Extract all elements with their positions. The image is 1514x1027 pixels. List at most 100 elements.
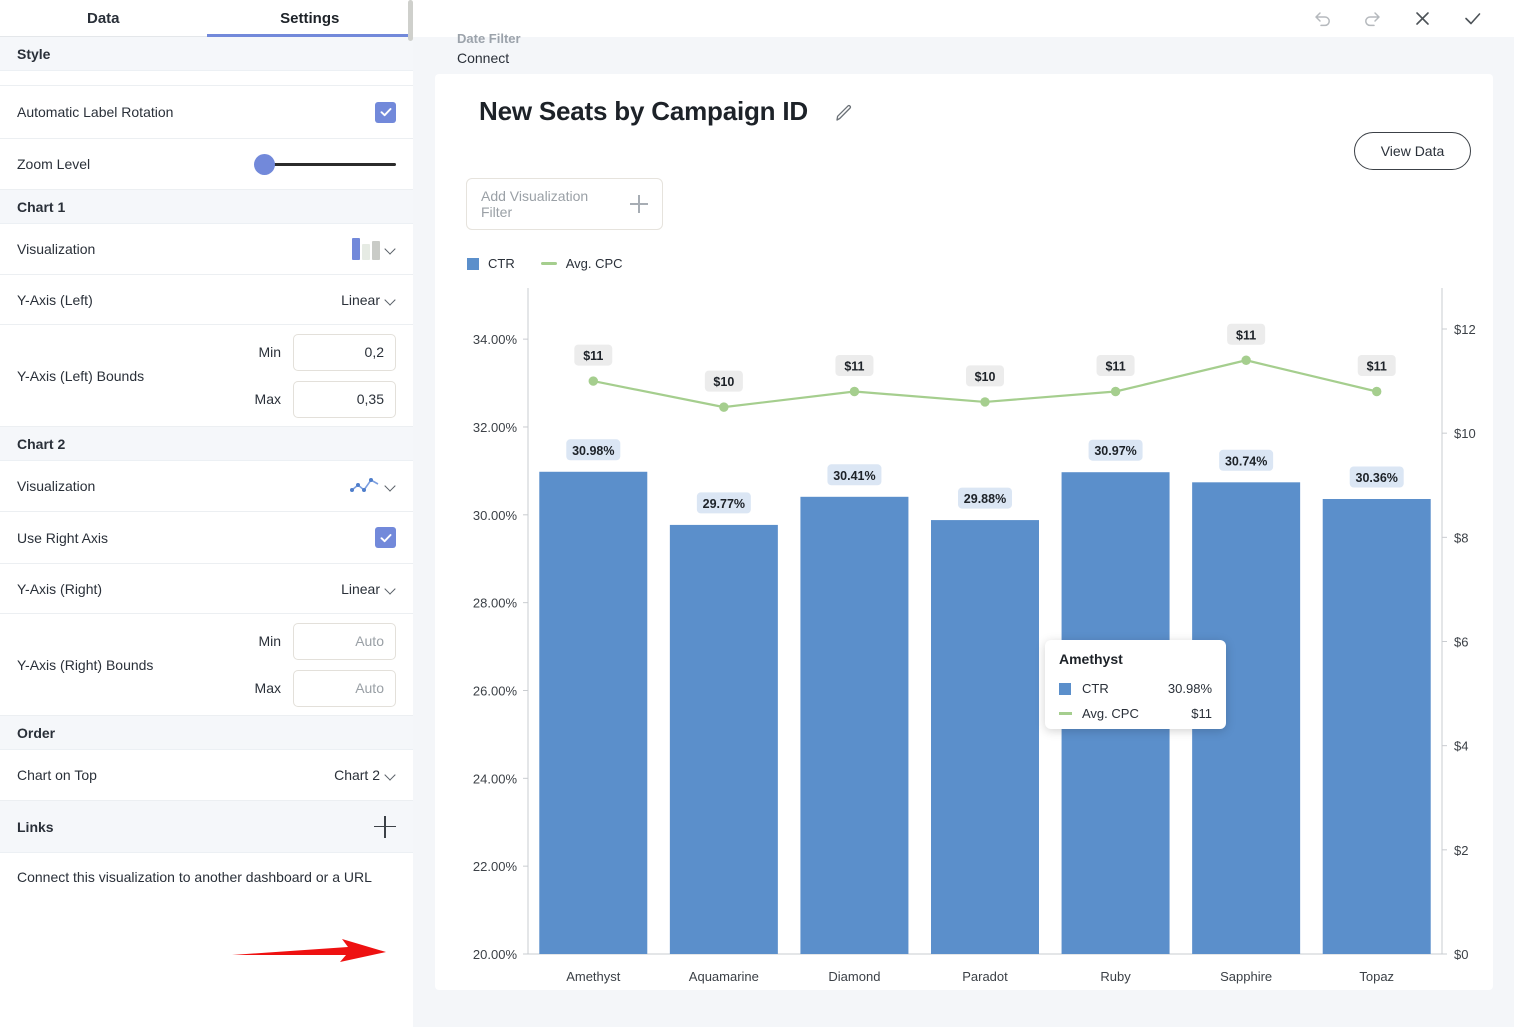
tab-settings[interactable]: Settings [206, 0, 414, 37]
row-chart2-visualization[interactable]: Visualization [0, 461, 413, 512]
date-filter-value[interactable]: Connect [457, 48, 521, 68]
tab-data[interactable]: Data [0, 0, 207, 37]
svg-text:29.77%: 29.77% [703, 497, 745, 511]
y-axis-right-min-input[interactable] [293, 622, 396, 660]
app-root: Data Settings Style Automatic Label Rota… [0, 0, 1514, 1027]
zoom-level-slider-track[interactable] [256, 162, 396, 166]
redo-button[interactable] [1360, 7, 1384, 31]
add-link-button[interactable] [374, 815, 396, 838]
svg-text:30.36%: 30.36% [1356, 471, 1398, 485]
line-value-label: $10 [966, 365, 1004, 387]
y-axis-left-select[interactable]: Linear [341, 292, 396, 308]
y-axis-right-max-label: Max [254, 680, 281, 696]
x-axis-tick-label: Diamond [828, 969, 880, 984]
y-axis-left-max-input[interactable] [293, 380, 396, 418]
chart-bar[interactable] [669, 524, 778, 954]
tooltip-name-avg-cpc: Avg. CPC [1082, 706, 1139, 721]
use-right-axis-checkbox[interactable] [375, 527, 396, 548]
svg-text:$11: $11 [1367, 360, 1387, 374]
check-icon [380, 108, 391, 117]
chart-line-point[interactable] [980, 397, 990, 407]
y-axis-right-tick: $8 [1454, 530, 1468, 545]
row-y-axis-left[interactable]: Y-Axis (Left) Linear [0, 275, 413, 325]
row-y-axis-left-bounds: Y-Axis (Left) Bounds Min Max [0, 325, 413, 427]
chart-line-point[interactable] [1241, 355, 1251, 365]
y-axis-left-tick: 20.00% [473, 947, 518, 962]
y-axis-right-select[interactable]: Linear [341, 581, 396, 597]
y-axis-left-min-field: Min [247, 333, 396, 371]
chart1-visualization-label: Visualization [17, 241, 96, 257]
y-axis-left-max-field: Max [247, 380, 396, 418]
chart-line-point[interactable] [1372, 386, 1382, 397]
line-value-label: $11 [1096, 355, 1135, 376]
section-header-style: Style [0, 37, 413, 71]
tab-settings-label: Settings [280, 10, 340, 27]
y-axis-left-tick: 22.00% [473, 859, 518, 874]
section-header-chart-1: Chart 1 [0, 190, 413, 224]
x-axis-tick-label: Sapphire [1220, 969, 1272, 984]
automatic-label-rotation-checkbox[interactable] [375, 101, 396, 123]
undo-button[interactable] [1310, 7, 1334, 31]
row-chart-on-top[interactable]: Chart on Top Chart 2 [0, 750, 413, 801]
row-zoom-level[interactable]: Zoom Level [0, 139, 413, 190]
close-button[interactable] [1410, 7, 1434, 31]
visualization-card: New Seats by Campaign ID Add Visualizati… [435, 74, 1493, 990]
style-spacer [0, 71, 413, 86]
row-chart1-visualization[interactable]: Visualization [0, 224, 413, 275]
x-axis-tick-label: Topaz [1359, 969, 1394, 984]
tooltip-swatch-ctr [1059, 682, 1071, 695]
line-value-label: $11 [1357, 355, 1396, 376]
svg-text:$11: $11 [1105, 360, 1125, 374]
apply-button[interactable] [1460, 7, 1484, 31]
line-value-label: $10 [704, 370, 743, 392]
chart-line-point[interactable] [849, 386, 860, 397]
zoom-level-slider[interactable] [244, 153, 396, 175]
row-y-axis-right[interactable]: Y-Axis (Right) Linear [0, 564, 413, 614]
x-axis-tick-label: Aquamarine [689, 969, 759, 984]
chart-line-point[interactable] [719, 402, 729, 412]
chart-on-top-select[interactable]: Chart 2 [334, 767, 396, 783]
chart1-visualization-value[interactable] [352, 238, 396, 260]
chart-bar[interactable] [1322, 499, 1431, 954]
svg-text:$11: $11 [844, 360, 864, 374]
y-axis-right-min-field: Min [247, 622, 396, 660]
check-icon [1464, 13, 1480, 25]
section-title-chart-1: Chart 1 [17, 198, 66, 215]
chart-bar[interactable] [539, 471, 648, 954]
line-value-label: $11 [574, 344, 613, 366]
zoom-level-label: Zoom Level [17, 156, 91, 172]
y-axis-left-bounds-label: Y-Axis (Left) Bounds [17, 367, 145, 384]
chart-line-point[interactable] [1110, 386, 1121, 397]
y-axis-left-min-label: Min [258, 344, 281, 360]
redo-icon [1364, 12, 1380, 27]
y-axis-right-tick: $10 [1454, 426, 1476, 441]
chart-bar[interactable] [800, 496, 909, 954]
chart-line-point[interactable] [588, 376, 598, 386]
chevron-down-icon [386, 584, 396, 594]
section-header-order: Order [0, 716, 413, 750]
undo-icon [1314, 12, 1330, 27]
y-axis-right-bounds-fields: Min Max [247, 622, 396, 707]
chart2-visualization-value[interactable] [350, 477, 396, 495]
y-axis-left-min-input[interactable] [293, 333, 396, 371]
row-use-right-axis[interactable]: Use Right Axis [0, 512, 413, 564]
section-title-style: Style [17, 45, 51, 62]
combo-chart: 20.00% 22.00% 24.00% 26.00% 28.00% 30.00% 32.0… [473, 288, 1476, 984]
sidebar-tabbar: Data Settings [0, 0, 413, 37]
chevron-down-icon [386, 481, 396, 491]
y-axis-right-tick: $12 [1454, 322, 1476, 337]
chart-bar[interactable] [931, 520, 1039, 954]
svg-text:30.98%: 30.98% [572, 444, 614, 458]
zoom-level-slider-thumb[interactable] [254, 153, 275, 175]
check-icon [380, 533, 391, 542]
svg-text:$11: $11 [583, 349, 603, 363]
y-axis-left-tick: 24.00% [473, 771, 518, 786]
y-axis-right-max-field: Max [247, 669, 396, 707]
y-axis-left-value: Linear [341, 291, 380, 308]
svg-text:$10: $10 [975, 370, 996, 384]
y-axis-right-max-input[interactable] [293, 669, 396, 707]
date-filter[interactable]: Date Filter Connect [457, 30, 521, 68]
automatic-label-rotation-label: Automatic Label Rotation [17, 104, 174, 120]
row-automatic-label-rotation[interactable]: Automatic Label Rotation [0, 86, 413, 139]
x-axis-tick-label: Ruby [1100, 969, 1131, 984]
